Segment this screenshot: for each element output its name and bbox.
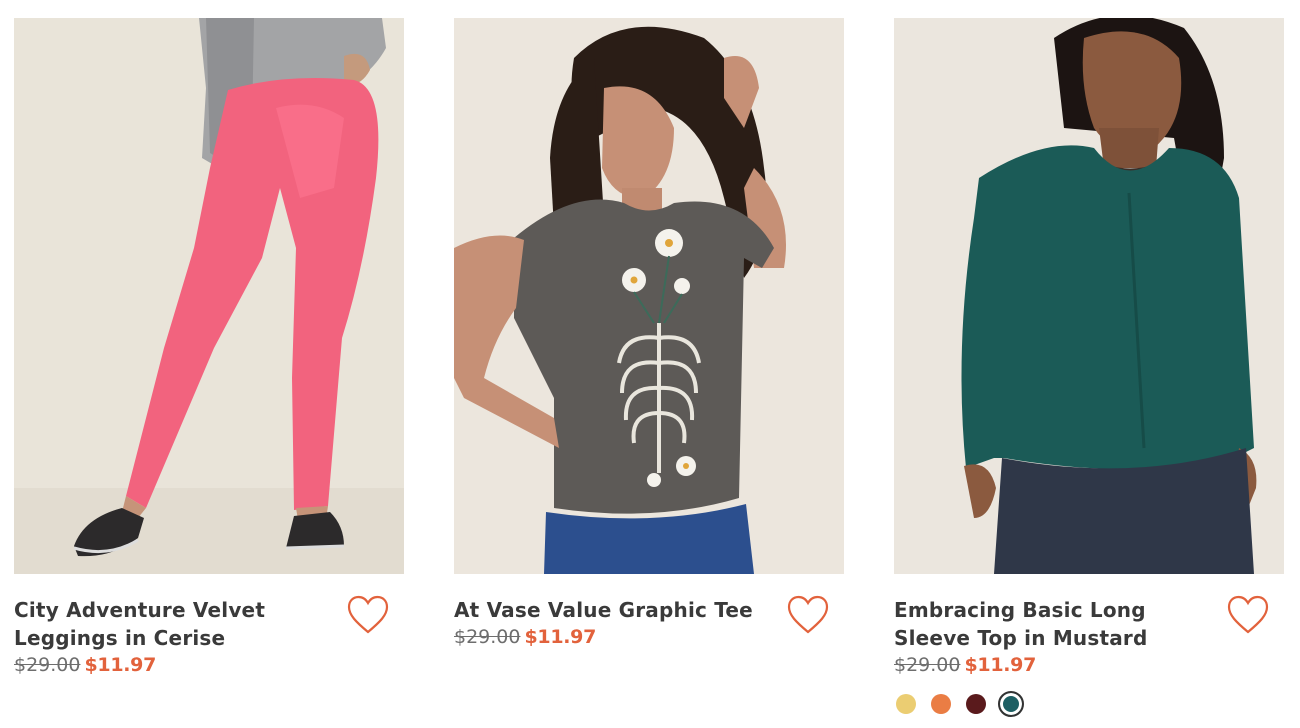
price-row: $29.00 $11.97 bbox=[894, 653, 1284, 677]
product-image[interactable] bbox=[894, 18, 1284, 574]
product-title-link[interactable]: City Adventure Velvet Leggings in Cerise bbox=[14, 596, 339, 652]
original-price: $29.00 bbox=[894, 654, 961, 676]
favorite-heart-icon[interactable] bbox=[1226, 594, 1270, 636]
product-info: Embracing Basic Long Sleeve Top in Musta… bbox=[894, 594, 1284, 717]
sale-price: $11.97 bbox=[524, 626, 597, 648]
product-image[interactable] bbox=[14, 18, 404, 574]
sale-price: $11.97 bbox=[964, 654, 1037, 676]
color-swatch-burgundy[interactable] bbox=[966, 694, 986, 714]
product-info: At Vase Value Graphic Tee $29.00 $11.97 bbox=[454, 594, 844, 649]
color-swatches bbox=[894, 691, 1284, 717]
color-swatch-teal[interactable] bbox=[998, 691, 1024, 717]
product-image[interactable] bbox=[454, 18, 844, 574]
product-card: City Adventure Velvet Leggings in Cerise… bbox=[14, 18, 404, 728]
sale-price: $11.97 bbox=[84, 654, 157, 676]
product-title-link[interactable]: Embracing Basic Long Sleeve Top in Musta… bbox=[894, 596, 1219, 652]
color-swatch-mustard[interactable] bbox=[896, 694, 916, 714]
original-price: $29.00 bbox=[454, 626, 521, 648]
color-swatch-orange[interactable] bbox=[931, 694, 951, 714]
product-card: Embracing Basic Long Sleeve Top in Musta… bbox=[894, 18, 1284, 728]
product-card: At Vase Value Graphic Tee $29.00 $11.97 bbox=[454, 18, 844, 728]
price-row: $29.00 $11.97 bbox=[14, 653, 404, 677]
original-price: $29.00 bbox=[14, 654, 81, 676]
favorite-heart-icon[interactable] bbox=[786, 594, 830, 636]
product-grid: City Adventure Velvet Leggings in Cerise… bbox=[0, 0, 1300, 728]
product-title-link[interactable]: At Vase Value Graphic Tee bbox=[454, 596, 779, 624]
product-info: City Adventure Velvet Leggings in Cerise… bbox=[14, 594, 404, 677]
favorite-heart-icon[interactable] bbox=[346, 594, 390, 636]
